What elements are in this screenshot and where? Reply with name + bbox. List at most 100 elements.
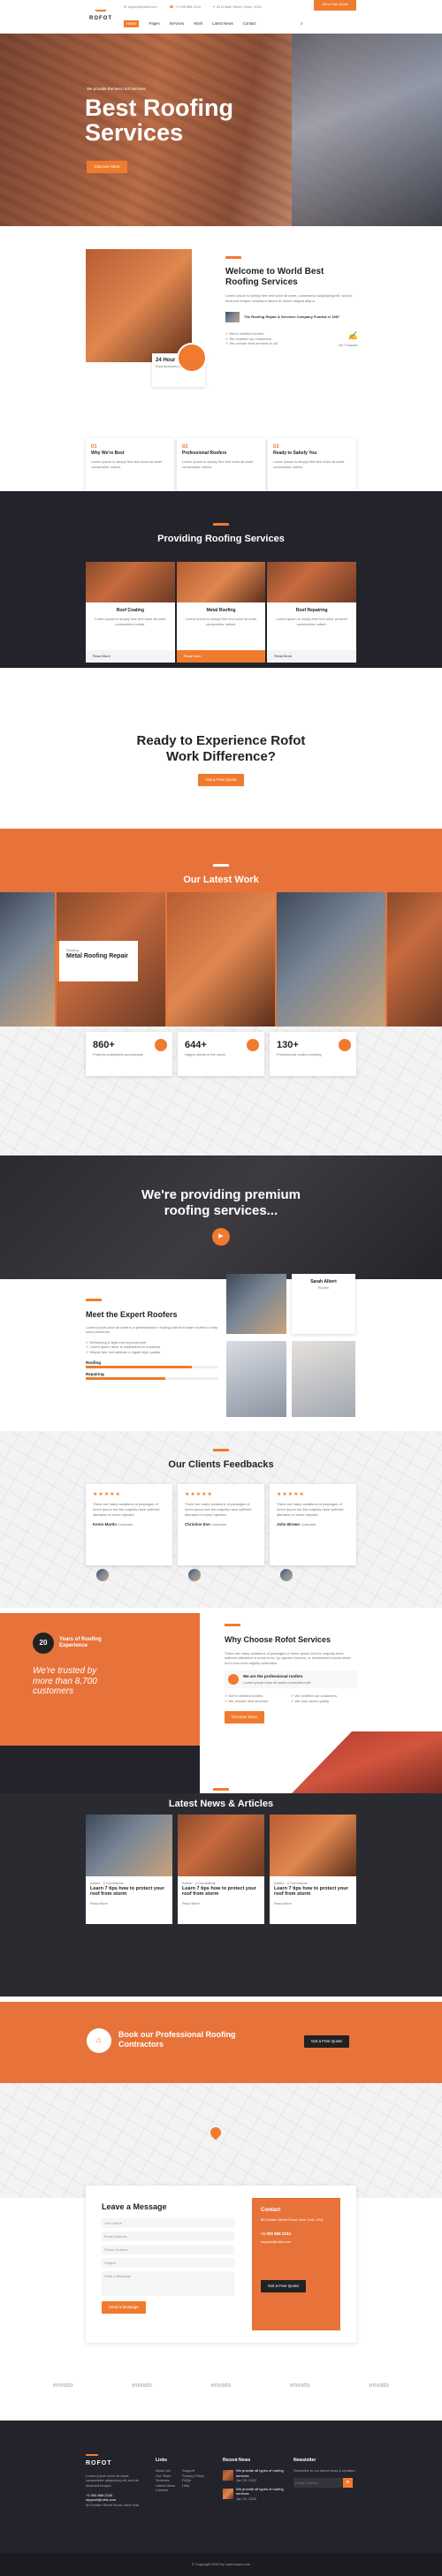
- testimonial-author: John Brown Customer: [277, 1522, 316, 1527]
- about-content: Welcome to World Best Roofing Services L…: [225, 256, 358, 347]
- phone-icon: ☎: [169, 5, 174, 10]
- nav-home[interactable]: Home: [124, 19, 140, 27]
- news-body: Admin · 2 Comments Learn 7 tips how to p…: [90, 1881, 164, 1905]
- nav-services[interactable]: Services: [170, 21, 184, 27]
- signature-image: ✍: [347, 332, 358, 342]
- work-card[interactable]: Roofing Metal Roofing Repair: [57, 941, 138, 981]
- about-text: Lorem ipsum is simply free text dolor si…: [225, 293, 353, 303]
- form-message-field[interactable]: Write a Message: [102, 2270, 234, 2296]
- work-image[interactable]: Roofing Metal Roofing Repair: [57, 892, 165, 1027]
- skill-bar: Roofing: [86, 1360, 218, 1368]
- skill-track: [86, 1377, 218, 1381]
- service-readmore-row: Read More Read More Read More: [86, 650, 357, 663]
- nav-work[interactable]: Work: [194, 21, 202, 27]
- team-title: Meet the Expert Roofers: [86, 1310, 178, 1319]
- search-icon[interactable]: ⌕: [301, 21, 303, 27]
- news-image: [86, 1815, 172, 1876]
- avatar: [280, 1569, 293, 1581]
- news-thumb: [223, 2470, 233, 2481]
- service-card: Metal Roofing Lorem ipsum is simply free…: [176, 562, 266, 663]
- form-phone-field[interactable]: Phone Number: [102, 2244, 234, 2254]
- why-check: ✔ We care about quality: [291, 1698, 330, 1703]
- read-more-link[interactable]: Read More: [176, 650, 266, 663]
- work-image[interactable]: [277, 892, 386, 1027]
- read-more-link[interactable]: Read More: [86, 650, 175, 663]
- work-gallery: Roofing Metal Roofing Repair: [0, 892, 442, 1027]
- work-image[interactable]: [0, 892, 55, 1027]
- newsletter-submit-button[interactable]: ➤: [343, 2477, 353, 2488]
- footer: ROFOT Lorem ipsum dolor sit amet, consec…: [0, 2421, 442, 2576]
- hero-kicker: We provide the best roof services: [87, 87, 146, 91]
- service-card: Roof Coating Lorem ipsum is simply free …: [86, 562, 175, 663]
- nav-news[interactable]: Latest News: [212, 21, 233, 27]
- why-orange-block: 20 Years of Roofing Experience We're trus…: [0, 1613, 200, 1746]
- newsletter-email-input[interactable]: [293, 2477, 343, 2488]
- footer-news-text: We provide all types of roofing services…: [236, 2468, 284, 2483]
- work-image[interactable]: [166, 892, 276, 1027]
- footer-bottom: © Copyright 2022 by Layerdrops.com: [0, 2553, 442, 2576]
- form-email-field[interactable]: Email Address: [102, 2231, 234, 2241]
- logo[interactable]: ROFOT: [87, 10, 115, 26]
- years-badge: 20 Years of Roofing Experience: [33, 1633, 200, 1654]
- avatar-slot: [270, 1569, 356, 1583]
- news-card[interactable]: Admin · 2 Comments Learn 7 tips how to p…: [270, 1815, 356, 1924]
- top-info: ✉ support@rofot.com ☎ +1 000 888 2234 ⌖ …: [124, 4, 262, 11]
- feature-card: 02 Professional Roofers Lorem ipsum is s…: [177, 438, 265, 491]
- send-message-button[interactable]: Send a Message: [102, 2300, 146, 2314]
- hero-discover-button[interactable]: Discover More: [87, 161, 127, 174]
- header-address: 83 N Main Street, Greer, 2020: [217, 5, 262, 10]
- header-email[interactable]: support@rofot.com: [128, 5, 156, 10]
- footer-news-text: We provide all types of roofing services…: [236, 2486, 284, 2501]
- brand-logo: envato: [53, 2383, 73, 2389]
- news-image: [270, 1815, 356, 1876]
- news-heading: Latest News & Articles: [0, 1776, 442, 1811]
- book-banner: ⌂ Book our Professional Roofing Contracto…: [0, 2002, 442, 2083]
- cta-quote-button[interactable]: Get a Free Quote: [198, 774, 244, 787]
- about-company: The Roofing Repair & Services Company Fu…: [225, 312, 358, 323]
- header-quote-button[interactable]: Get a Free Quote: [314, 0, 356, 11]
- signature: ✍ Mr. Founder: [339, 332, 358, 347]
- work-image[interactable]: [387, 892, 442, 1027]
- about-stamp: [177, 343, 207, 373]
- hero-worker-image: [292, 34, 442, 226]
- news-card[interactable]: Admin · 2 Comments Learn 7 tips how to p…: [86, 1815, 172, 1924]
- footer-news-item[interactable]: We provide all types of roofing services…: [223, 2487, 285, 2502]
- form-name-field[interactable]: Your Name: [102, 2217, 234, 2228]
- work-heading: Our Latest Work: [0, 864, 442, 887]
- brand-logo: envato: [210, 2383, 232, 2389]
- contact-section: Leave a Message Your Name Email Address …: [86, 2186, 356, 2343]
- news-cards: Admin · 2 Comments Learn 7 tips how to p…: [86, 1815, 356, 1924]
- footer-newsletter: Newsletter Subscribe to our latest news …: [293, 2458, 357, 2488]
- read-more-link[interactable]: Read More: [267, 650, 357, 663]
- nav-pages[interactable]: Pages: [149, 21, 159, 27]
- play-button[interactable]: ▶: [212, 1228, 230, 1246]
- why-check: ✔ We provide best services: [225, 1698, 269, 1703]
- service-image: [86, 562, 175, 602]
- team-photo[interactable]: [226, 1341, 286, 1417]
- why-box: We are the professional roofers Lorem ips…: [225, 1671, 357, 1689]
- book-icon: ⌂: [87, 2028, 111, 2053]
- contact-quote-button[interactable]: Get a Free Quote: [261, 2279, 307, 2293]
- team-checks: ✔ Refreshing & light roof improvement ✔ …: [86, 1340, 218, 1355]
- roof-icon: [225, 256, 241, 263]
- hero-title: Best Roofing Services: [85, 95, 233, 147]
- avatar: [188, 1569, 201, 1581]
- news-body: Admin · 2 Comments Learn 7 tips how to p…: [182, 1881, 256, 1905]
- book-quote-button[interactable]: Get a Free Quote: [304, 2035, 350, 2049]
- map[interactable]: [0, 2083, 442, 2198]
- news-card[interactable]: Admin · 2 Comments Learn 7 tips how to p…: [178, 1815, 264, 1924]
- map-pin-icon[interactable]: [208, 2125, 224, 2140]
- footer-links-cols: About Us Our Team Services Latest News Conta…: [156, 2468, 209, 2493]
- team-photo[interactable]: [292, 1341, 355, 1417]
- team-member-card[interactable]: Sarah Albert Roofer: [292, 1274, 355, 1334]
- roof-icon: [213, 1449, 229, 1456]
- footer-news: Recent News We provide all types of roof…: [223, 2458, 285, 2502]
- nav-contact[interactable]: Contact: [243, 21, 256, 27]
- footer-news-item[interactable]: We provide all types of roofing services…: [223, 2468, 285, 2483]
- why-discover-button[interactable]: Discover More: [225, 1710, 265, 1724]
- about-image: [86, 249, 192, 362]
- why-btn-wrap: Discover More: [225, 1710, 357, 1724]
- header-phone[interactable]: +1 000 888 2234: [175, 5, 201, 10]
- team-photo[interactable]: [226, 1274, 286, 1334]
- form-subject-field[interactable]: Subject: [102, 2257, 234, 2268]
